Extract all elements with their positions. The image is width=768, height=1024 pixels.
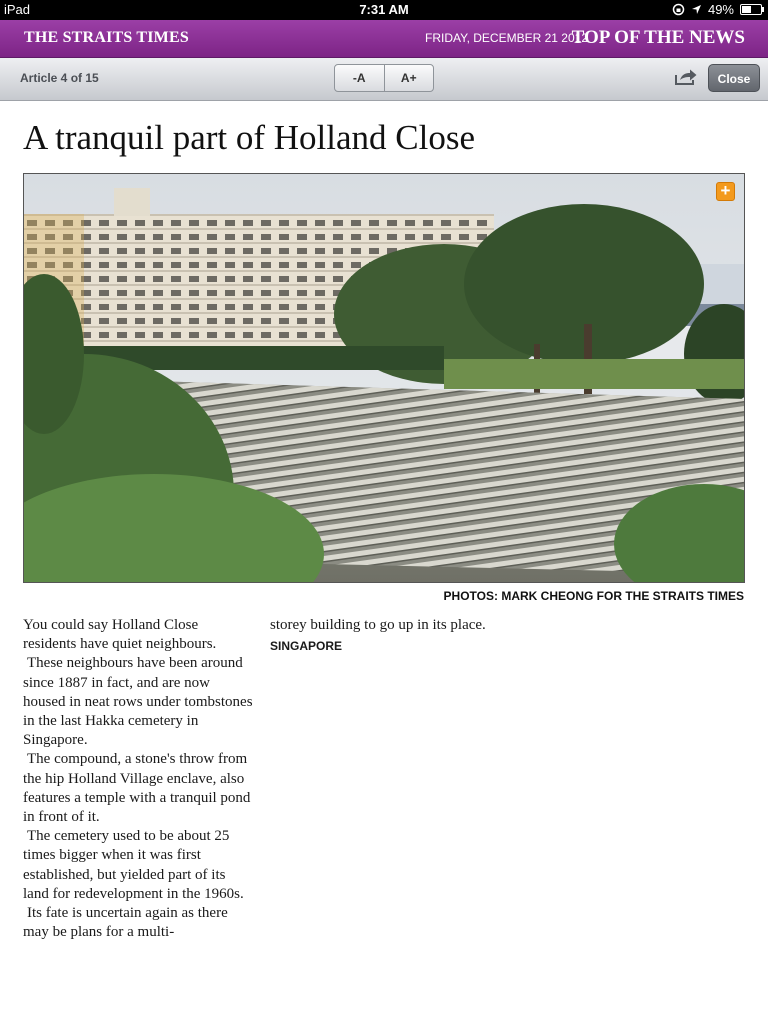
photo-credit: PHOTOS: MARK CHEONG FOR THE STRAITS TIME… bbox=[443, 589, 744, 603]
battery-percent: 49% bbox=[707, 2, 734, 17]
status-indicators: 49% bbox=[672, 2, 764, 17]
cemetery-photo-illustration bbox=[24, 174, 744, 582]
article-paragraph: You could say Holland Close residents ha… bbox=[23, 617, 217, 653]
article-paragraph: These neighbours have been around since … bbox=[23, 655, 253, 749]
clock: 7:31 AM bbox=[359, 2, 409, 17]
decrease-font-button[interactable]: -A bbox=[335, 65, 384, 91]
plus-icon: + bbox=[720, 181, 731, 200]
article-paragraph: Its fate is uncertain again as there may… bbox=[23, 905, 228, 941]
article-paragraph: The cemetery used to be about 25 times b… bbox=[23, 828, 244, 902]
font-size-control: -A A+ bbox=[334, 64, 434, 92]
article-paragraph: storey building to go up in its place. bbox=[270, 617, 486, 633]
dateline: SINGAPORE bbox=[270, 639, 343, 654]
edition-date: FRIDAY, DECEMBER 21 2012 bbox=[425, 31, 588, 45]
article-toolbar: Article 4 of 15 -A A+ Close bbox=[0, 58, 768, 101]
article-column-2: storey building to go up in its place. S… bbox=[270, 616, 502, 656]
article-column-1: You could say Holland Close residents ha… bbox=[23, 616, 255, 942]
location-arrow-icon bbox=[691, 5, 701, 14]
article-photo[interactable] bbox=[23, 173, 745, 583]
article-counter: Article 4 of 15 bbox=[20, 71, 99, 85]
expand-photo-button[interactable]: + bbox=[716, 182, 735, 201]
article-headline: A tranquil part of Holland Close bbox=[23, 118, 476, 157]
increase-font-button[interactable]: A+ bbox=[383, 65, 434, 91]
status-bar: iPad 7:31 AM 49% bbox=[0, 0, 768, 20]
article-paragraph: The compound, a stone's throw from the h… bbox=[23, 751, 251, 826]
close-button[interactable]: Close bbox=[708, 64, 760, 92]
paper-name: THE STRAITS TIMES bbox=[24, 29, 189, 46]
battery-icon bbox=[740, 4, 764, 15]
section-title: TOP OF THE NEWS bbox=[571, 27, 745, 48]
share-icon[interactable] bbox=[674, 68, 698, 86]
masthead: THE STRAITS TIMES FRIDAY, DECEMBER 21 20… bbox=[0, 20, 768, 58]
rotation-lock-icon bbox=[672, 3, 685, 16]
